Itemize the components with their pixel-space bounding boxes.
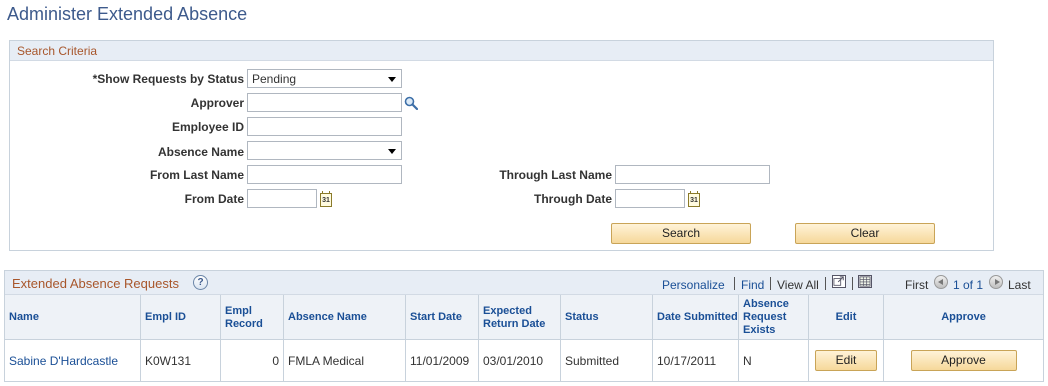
from-last-name-label: From Last Name [149, 168, 244, 182]
clear-button[interactable]: Clear [795, 223, 935, 244]
calendar-icon[interactable]: 31 [320, 191, 332, 207]
cell-start-date: 11/01/2009 [405, 340, 478, 381]
last-label[interactable]: Last [1008, 278, 1031, 292]
through-last-name-input[interactable] [615, 165, 770, 184]
arrow-right-icon[interactable] [989, 275, 1003, 289]
grid-header: Extended Absence Requests ? Personalize … [5, 271, 1043, 295]
show-requests-value: Pending [252, 72, 297, 86]
employee-id-input[interactable] [247, 117, 402, 136]
divider [852, 277, 853, 290]
cell-absence-name: FMLA Medical [283, 340, 405, 381]
from-last-name-input[interactable] [247, 165, 402, 184]
spreadsheet-icon[interactable] [858, 275, 872, 288]
column-header-start-date[interactable]: Start Date [405, 295, 478, 340]
first-label[interactable]: First [905, 278, 928, 292]
from-date-input[interactable] [247, 189, 317, 208]
new-window-icon[interactable] [832, 275, 846, 288]
page-range: 1 of 1 [953, 278, 984, 292]
cell-empl-record: 0 [220, 340, 283, 381]
table-row: Sabine D'Hardcastle K0W131 0 FMLA Medica… [5, 340, 1043, 381]
edit-button[interactable]: Edit [815, 350, 877, 371]
absence-name-label: Absence Name [157, 145, 244, 159]
magnifier-icon[interactable] [404, 96, 418, 110]
employee-name-link[interactable]: Sabine D'Hardcastle [9, 354, 118, 368]
column-header-empl-id[interactable]: Empl ID [140, 295, 220, 340]
from-date-label: From Date [184, 192, 244, 206]
cell-empl-id: K0W131 [140, 340, 220, 381]
column-header-empl-record[interactable]: Empl Record [220, 295, 283, 340]
approve-button[interactable]: Approve [910, 350, 1017, 371]
cell-date-submitted: 10/17/2011 [652, 340, 738, 381]
divider [770, 277, 771, 290]
search-button[interactable]: Search [611, 223, 751, 244]
approver-label: Approver [190, 96, 244, 110]
cell-name[interactable]: Sabine D'Hardcastle [5, 340, 140, 381]
through-date-label: Through Date [534, 192, 612, 206]
column-header-row: Name Empl ID Empl Record Absence Name St… [5, 295, 1043, 340]
chevron-down-icon [388, 149, 396, 154]
cell-expected-return-date: 03/01/2010 [478, 340, 560, 381]
show-requests-label: *Show Requests by Status [92, 72, 244, 86]
extended-absence-requests-grid: Extended Absence Requests ? Personalize … [4, 270, 1044, 382]
cell-edit: Edit [808, 340, 883, 381]
cell-approve: Approve [883, 340, 1043, 381]
arrow-left-icon[interactable] [934, 275, 948, 289]
search-criteria-header: Search Criteria [10, 41, 993, 61]
absence-name-select[interactable] [247, 141, 402, 160]
cell-absence-request-exists: N [738, 340, 808, 381]
column-header-absence-request-exists[interactable]: Absence Request Exists [738, 295, 808, 340]
find-link[interactable]: Find [741, 278, 764, 292]
column-header-edit: Edit [808, 295, 883, 340]
calendar-icon[interactable]: 31 [688, 191, 700, 207]
cell-status: Submitted [560, 340, 652, 381]
grid-title: Extended Absence Requests [12, 276, 179, 291]
column-header-name[interactable]: Name [5, 295, 140, 340]
column-header-status[interactable]: Status [560, 295, 652, 340]
column-header-approve: Approve [883, 295, 1043, 340]
divider [825, 277, 826, 290]
view-all-link[interactable]: View All [777, 278, 819, 292]
show-requests-select[interactable]: Pending [247, 69, 402, 88]
search-criteria-panel: Search Criteria *Show Requests by Status… [9, 40, 994, 251]
personalize-link[interactable]: Personalize [662, 278, 725, 292]
column-header-date-submitted[interactable]: Date Submitted [652, 295, 738, 340]
through-last-name-label: Through Last Name [499, 168, 612, 182]
approver-input[interactable] [247, 93, 402, 112]
help-icon[interactable]: ? [193, 275, 208, 290]
page-title: Administer Extended Absence [7, 4, 248, 24]
chevron-down-icon [388, 77, 396, 82]
column-header-absence-name[interactable]: Absence Name [283, 295, 405, 340]
column-header-expected-return-date[interactable]: Expected Return Date [478, 295, 560, 340]
through-date-input[interactable] [615, 189, 685, 208]
employee-id-label: Employee ID [171, 120, 244, 134]
divider [734, 277, 735, 290]
